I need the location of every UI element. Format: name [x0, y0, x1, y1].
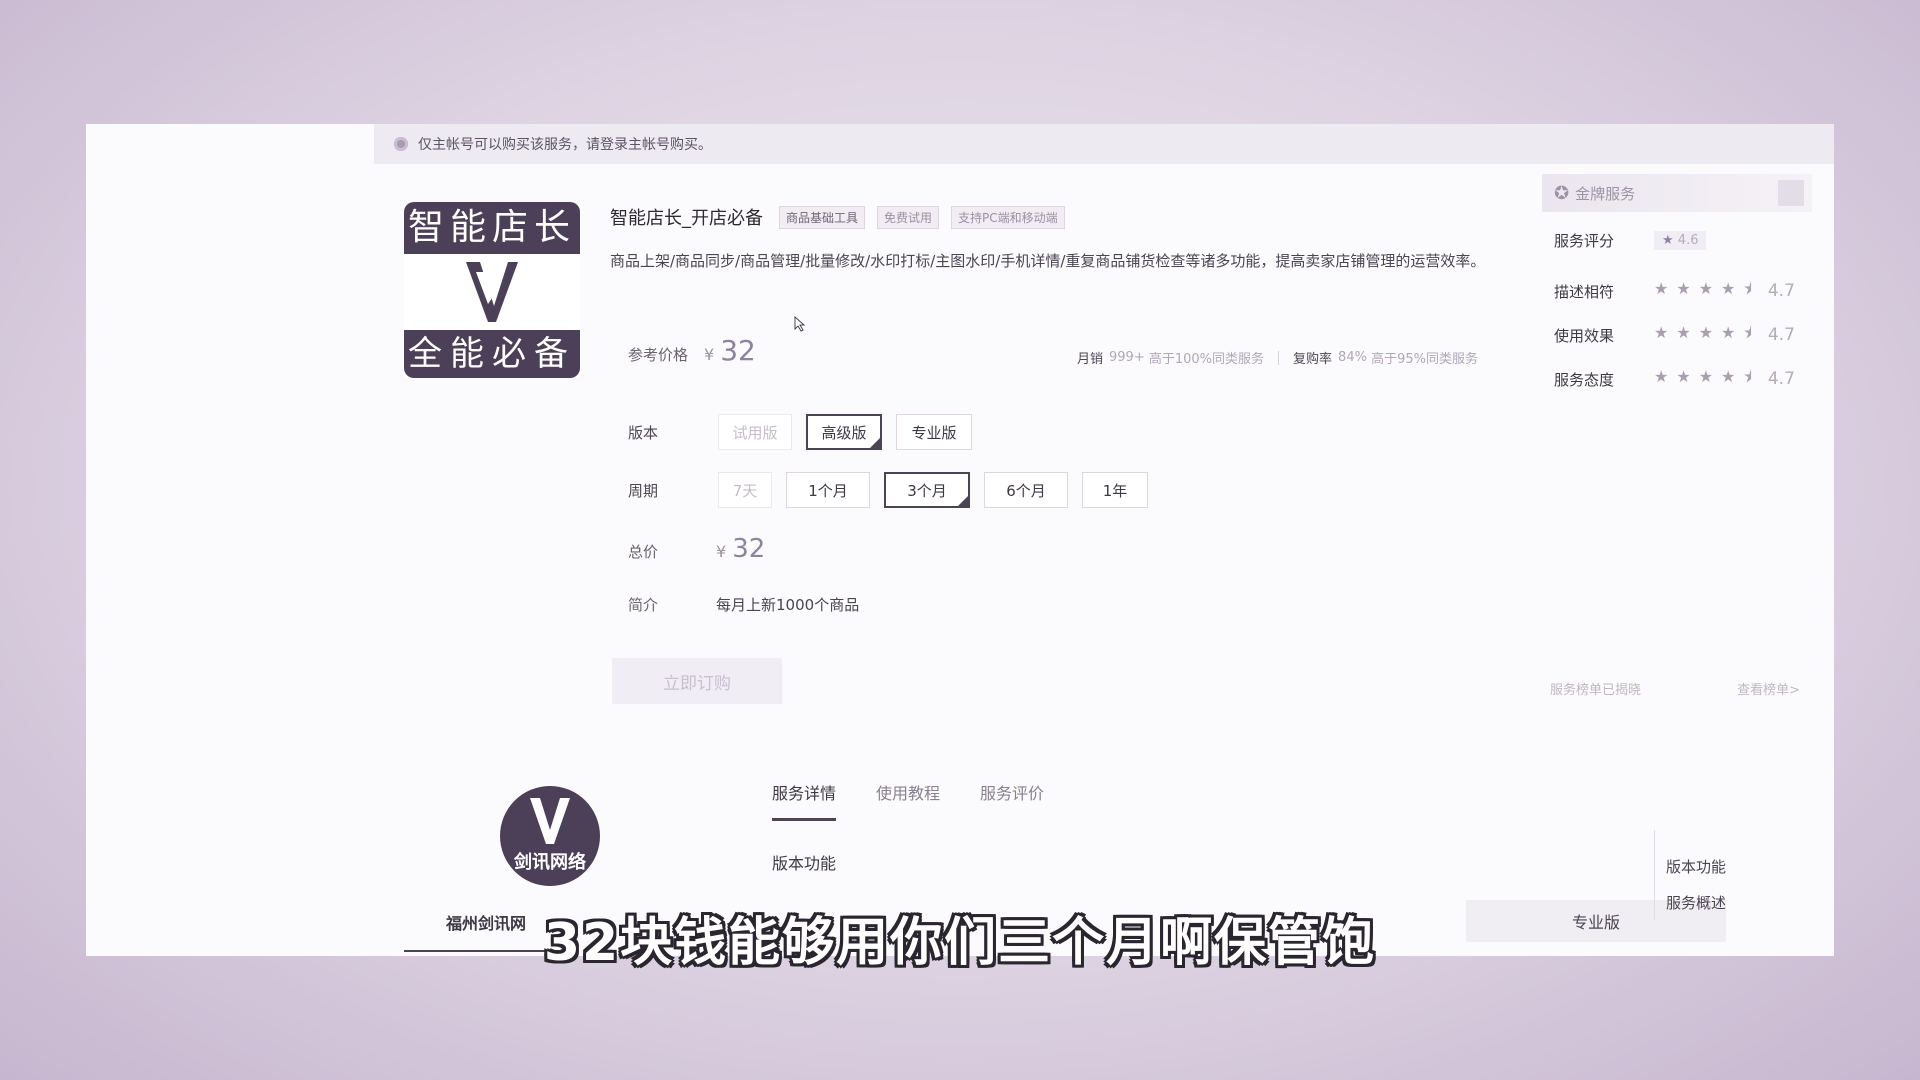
total-currency: ¥ [716, 542, 727, 561]
rating-value: 4.7 [1767, 281, 1795, 301]
gold-service-bar: ✪ 金牌服务 [1542, 174, 1812, 212]
rating-row: 服务态度 ★★★★⯨ 4.7 [1542, 357, 1812, 401]
company-logo: 剑讯网络 [500, 786, 600, 886]
order-now-button[interactable]: 立即订购 [612, 658, 782, 704]
rating-value: 4.7 [1767, 369, 1795, 389]
repurchase-compare: 高于95%同类服务 [1371, 352, 1478, 367]
star-icon: ★ [1662, 233, 1674, 248]
total-label: 总价 [628, 543, 659, 561]
rating-stars: ★★★★⯨ [1654, 322, 1760, 342]
price-currency: ¥ [704, 345, 715, 364]
price-value: 32 [720, 334, 756, 367]
gold-badge-icon [1778, 180, 1804, 206]
version-label: 版本 [628, 423, 659, 442]
view-ranking-link[interactable]: 查看榜单> [1737, 679, 1800, 698]
reference-price: 参考价格 ¥ 32 [628, 334, 756, 367]
version-option-pro[interactable]: 专业版 [896, 414, 972, 450]
period-option-1m[interactable]: 1个月 [786, 472, 870, 508]
service-panel: ✪ 金牌服务 服务评分 ★ 4.6 描述相符 ★★★★⯨ 4.7 使用效果 ★★… [1542, 174, 1812, 401]
period-option-7d[interactable]: 7天 [718, 472, 772, 508]
detail-tabs: 服务详情 使用教程 服务评价 [772, 780, 1044, 821]
repurchase-label: 复购率 [1293, 352, 1333, 367]
section-title: 版本功能 [772, 854, 837, 873]
monthly-sales-value: 999+ [1109, 350, 1145, 365]
medal-icon: ✪ [1554, 182, 1570, 204]
divider [1278, 350, 1280, 365]
product-logo: 智能店长 全能必备 [404, 202, 580, 378]
product-description: 商品上架/商品同步/商品管理/批量修改/水印打标/主图水印/手机详情/重复商品铺… [610, 252, 1486, 270]
total-price: 总价 ¥ 32 [628, 534, 765, 564]
service-score-badge: ★ 4.6 [1654, 231, 1707, 250]
video-subtitle: 32块钱能够用你们三个月啊保管饱 [543, 913, 1377, 973]
total-value: 32 [732, 534, 766, 564]
price-label: 参考价格 [628, 346, 689, 364]
period-option-3m[interactable]: 3个月 [884, 472, 970, 508]
tab-tutorial[interactable]: 使用教程 [876, 780, 940, 821]
rating-label: 描述相符 [1554, 282, 1615, 301]
company-logo-text: 剑讯网络 [514, 852, 586, 873]
sales-stats: 月销 999+ 高于100%同类服务 复购率 84% 高于95%同类服务 [1077, 348, 1478, 367]
tag-free-trial: 免费试用 [877, 205, 940, 229]
product-page: 仅主帐号可以购买该服务，请登录主帐号购买。 智能店长 全能必备 智能店长_开店必… [86, 124, 1834, 956]
tag-basic-tool: 商品基础工具 [779, 205, 866, 229]
tab-reviews[interactable]: 服务评价 [980, 780, 1044, 821]
gold-service-label: 金牌服务 [1575, 184, 1636, 203]
rating-stars: ★★★★⯨ [1654, 366, 1760, 386]
version-option-trial[interactable]: 试用版 [718, 414, 792, 450]
title-row: 智能店长_开店必备 商品基础工具 免费试用 支持PC端和移动端 [610, 204, 1065, 230]
version-option-advanced[interactable]: 高级版 [806, 414, 882, 450]
service-score-label: 服务评分 [1554, 232, 1615, 250]
anchor-version-features[interactable]: 版本功能 [1666, 856, 1786, 877]
version-row: 版本 试用版 高级版 专业版 [628, 414, 986, 450]
mouse-cursor-icon [794, 316, 806, 332]
period-option-1y[interactable]: 1年 [1082, 472, 1148, 508]
period-option-6m[interactable]: 6个月 [984, 472, 1068, 508]
ranking-text: 服务榜单已揭晓 [1550, 683, 1642, 698]
v-logo-icon [466, 262, 518, 322]
service-score: 服务评分 ★ 4.6 [1542, 230, 1812, 251]
rating-value: 4.7 [1767, 325, 1795, 345]
rating-stars: ★★★★⯨ [1654, 278, 1760, 298]
ranking-bar: 服务榜单已揭晓 查看榜单> [1542, 679, 1808, 698]
logo-top-text: 智能店长 [404, 202, 580, 254]
v-logo-icon [530, 798, 570, 844]
service-score-value: 4.6 [1677, 233, 1699, 248]
tag-platform: 支持PC端和移动端 [951, 205, 1065, 229]
rating-label: 服务态度 [1554, 370, 1615, 389]
monthly-sales-label: 月销 [1076, 352, 1103, 367]
info-icon [394, 137, 408, 151]
rating-row: 描述相符 ★★★★⯨ 4.7 [1542, 269, 1812, 313]
product-title: 智能店长_开店必备 [610, 208, 763, 229]
monthly-sales-compare: 高于100%同类服务 [1148, 352, 1265, 367]
rating-label: 使用效果 [1554, 326, 1615, 345]
tab-service-details[interactable]: 服务详情 [772, 780, 837, 821]
notice-bar: 仅主帐号可以购买该服务，请登录主帐号购买。 [374, 124, 1834, 164]
intro-label: 简介 [628, 596, 659, 614]
rating-row: 使用效果 ★★★★⯨ 4.7 [1542, 313, 1812, 357]
intro-text: 每月上新1000个商品 [716, 596, 860, 614]
notice-text: 仅主帐号可以购买该服务，请登录主帐号购买。 [418, 137, 712, 153]
intro-row: 简介 每月上新1000个商品 [628, 594, 859, 615]
period-label: 周期 [628, 481, 659, 500]
logo-bottom-text: 全能必备 [404, 330, 580, 378]
period-row: 周期 7天 1个月 3个月 6个月 1年 [628, 472, 1162, 508]
repurchase-value: 84% [1338, 350, 1367, 365]
